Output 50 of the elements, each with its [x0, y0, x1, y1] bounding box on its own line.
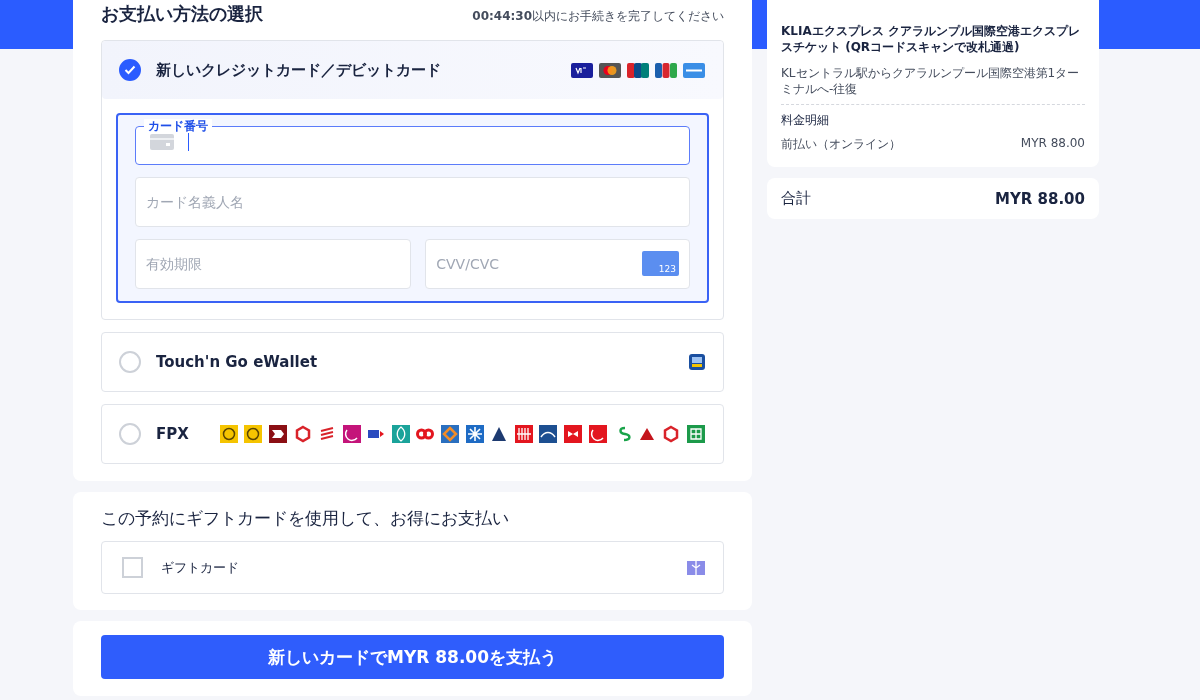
- breakdown-title: 料金明細: [781, 112, 830, 128]
- bank-logo-icon: [244, 425, 263, 443]
- timer-text: 00:44:30以内にお手続きを完了してください: [472, 8, 724, 25]
- payment-option[interactable]: 新しいクレジットカード／デビットカード カード番号 カード名義人名 有効期限 CVV/CVC 123: [101, 40, 724, 320]
- option-label: 新しいクレジットカード／デビットカード: [156, 60, 442, 80]
- bank-logo-icon: [539, 425, 558, 443]
- bank-logo-icon: [514, 425, 533, 443]
- total-amount: MYR 88.00: [995, 189, 1085, 208]
- check-icon: [124, 65, 136, 75]
- pay-button[interactable]: 新しいカードでMYR 88.00を支払う: [101, 635, 724, 679]
- bank-logo-icon: [588, 425, 607, 443]
- expiry-date-field[interactable]: 有効期限: [135, 239, 412, 289]
- gift-card-option[interactable]: ギフトカード: [101, 541, 724, 594]
- card-number-field[interactable]: カード番号: [135, 119, 690, 165]
- bank-logo-icon: [391, 425, 410, 443]
- bank-logo-icon: [268, 425, 287, 443]
- bank-logo-icon: [564, 425, 583, 443]
- card-icon: [150, 134, 174, 150]
- bank-logo-icon: [219, 425, 238, 443]
- price-amount: MYR 88.00: [1020, 136, 1085, 152]
- radio-button[interactable]: [119, 59, 141, 81]
- bank-logo-icon: [687, 425, 705, 443]
- payment-option[interactable]: Touch'n Go eWallet: [101, 332, 724, 392]
- route-text: KLセントラル駅からクアラルンプール国際空港第1ターミナルへ-往復: [781, 65, 1081, 97]
- bank-logo-icon: [441, 425, 460, 443]
- payment-option[interactable]: FPX: [101, 404, 724, 464]
- unionpay-logo-icon: [627, 62, 649, 78]
- section-title: お支払い方法の選択: [101, 2, 263, 26]
- cardholder-name-field[interactable]: カード名義人名: [135, 177, 690, 227]
- option-label: ギフトカード: [161, 558, 240, 577]
- jcb-logo-icon: [655, 62, 677, 78]
- checkbox[interactable]: [122, 557, 143, 578]
- cvv-card-icon: 123: [642, 251, 679, 276]
- amex-logo-icon: [683, 62, 705, 78]
- text-cursor: [188, 133, 189, 151]
- option-label: FPX: [156, 425, 190, 443]
- bank-logo-icon: [662, 425, 681, 443]
- total-label: 合計: [781, 189, 811, 208]
- price-label: 前払い（オンライン）: [781, 136, 901, 153]
- bank-logo-icon: [293, 425, 312, 443]
- bank-logo-icon: [490, 425, 509, 443]
- gift-icon: [687, 560, 705, 575]
- mastercard-logo-icon: [599, 62, 621, 78]
- bank-logo-icon: [465, 425, 484, 443]
- section-title: この予約にギフトカードを使用して、お得にお支払い: [101, 507, 510, 529]
- product-title: KLIAエクスプレス クアラルンプル国際空港エクスプレスチケット (QRコードスキャンで改札通過): [781, 23, 1081, 55]
- bank-logo-icon: [342, 425, 361, 443]
- wallet-logo-icon: [689, 354, 705, 370]
- option-label: Touch'n Go eWallet: [156, 353, 319, 371]
- visa-logo-icon: [571, 62, 593, 78]
